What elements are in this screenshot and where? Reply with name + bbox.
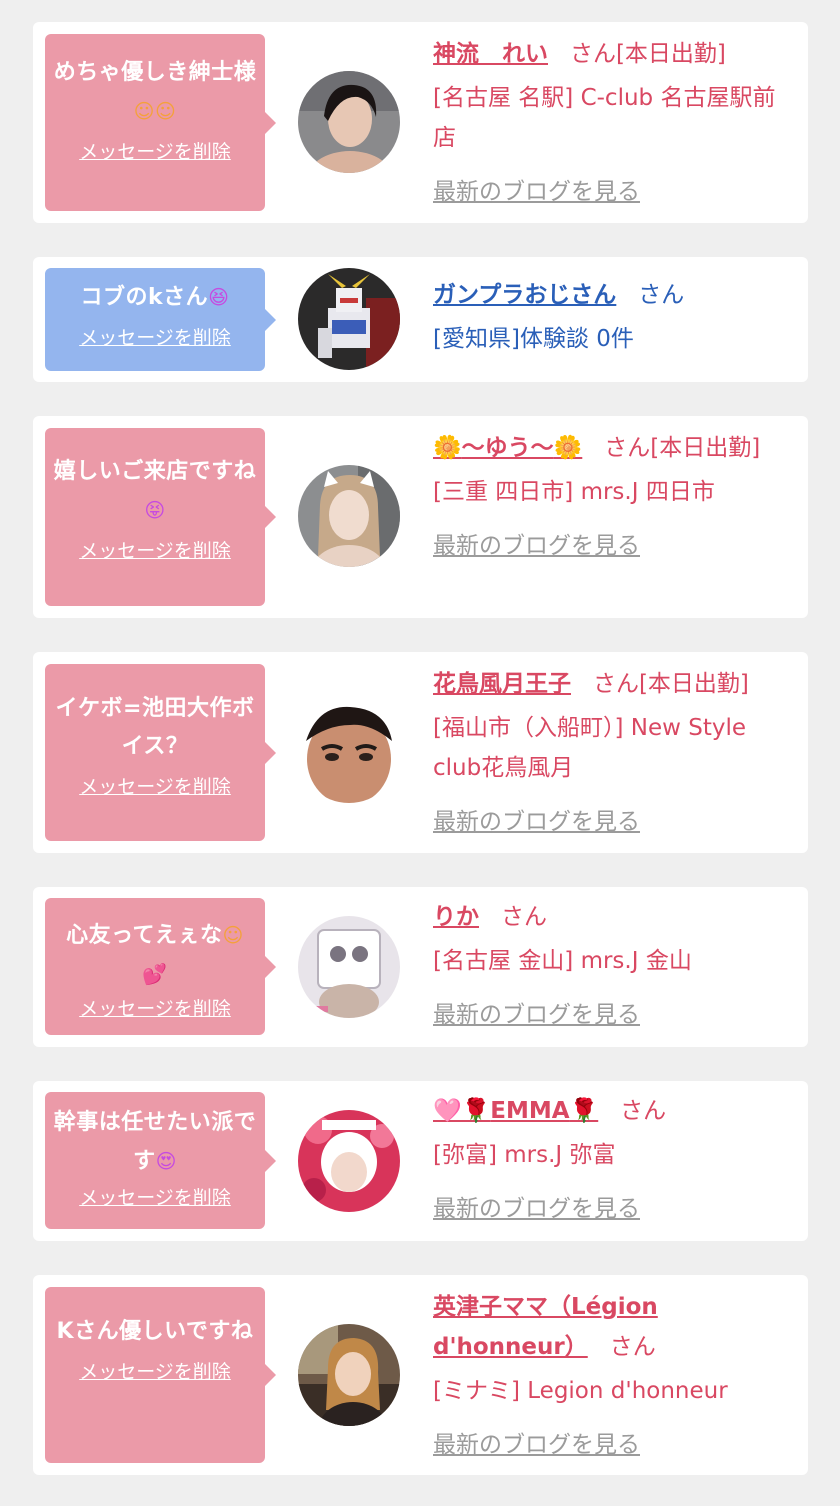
cast-status: さん[本日出勤] bbox=[569, 41, 726, 67]
shop-info: [名古屋 名駅] C-club 名古屋駅前店 bbox=[433, 85, 776, 151]
delete-message-link[interactable]: メッセージを削除 bbox=[79, 1183, 231, 1210]
shop-info: [福山市（入船町）] New Style club花鳥風月 bbox=[433, 715, 747, 781]
message-bubble: 嬉しいご来店ですね😝 メッセージを削除 bbox=[45, 428, 276, 606]
message-card: めちゃ優しき紳士様☺☺ メッセージを削除 神流 れい さん[本日出勤] [名古屋… bbox=[33, 22, 808, 223]
laughing-emoji-icon: 😆 bbox=[208, 285, 230, 309]
cast-info: 🩷🌹EMMA🌹 さん [弥富] mrs.J 弥富 最新のブログを見る bbox=[433, 1091, 795, 1229]
avatar[interactable] bbox=[298, 916, 400, 1018]
message-bubble: 心友ってえぇな☺ 💕 メッセージを削除 bbox=[45, 898, 276, 1035]
shop-info: [弥富] mrs.J 弥富 bbox=[433, 1142, 616, 1168]
latest-blog-link[interactable]: 最新のブログを見る bbox=[433, 172, 640, 212]
message-bubble: イケボ=池田大作ボイス？ メッセージを削除 bbox=[45, 664, 276, 841]
latest-blog-link[interactable]: 最新のブログを見る bbox=[433, 1425, 640, 1465]
cast-name-link[interactable]: 🌼〜ゆう〜🌼 bbox=[433, 435, 582, 461]
cast-info: 英津子ママ（Légion d'honneur） さん [ミナミ] Legion … bbox=[433, 1287, 795, 1465]
cast-name-link[interactable]: 🩷🌹EMMA🌹 bbox=[433, 1098, 598, 1124]
flower-icon: 🌼 bbox=[553, 435, 583, 461]
message-bubble: Kさん優しいですね メッセージを削除 bbox=[45, 1287, 276, 1463]
message-bubble: めちゃ優しき紳士様☺☺ メッセージを削除 bbox=[45, 34, 276, 211]
avatar[interactable] bbox=[298, 1324, 400, 1426]
cast-name-line: 花鳥風月王子 さん[本日出勤] bbox=[433, 664, 795, 704]
shop-info: [ミナミ] Legion d'honneur bbox=[433, 1378, 728, 1404]
avatar[interactable] bbox=[298, 1110, 400, 1212]
message-text: めちゃ優しき紳士様☺☺ bbox=[53, 60, 257, 123]
latest-blog-link[interactable]: 最新のブログを見る bbox=[433, 802, 640, 842]
message-card: 嬉しいご来店ですね😝 メッセージを削除 🌼〜ゆう〜🌼 さん[本日出勤] [三重 … bbox=[33, 416, 808, 618]
cast-name-line: りか さん bbox=[433, 897, 795, 937]
latest-blog-link[interactable]: 最新のブログを見る bbox=[433, 526, 640, 566]
avatar[interactable] bbox=[298, 465, 400, 567]
cast-info: ガンプラおじさん さん [愛知県]体験談 0件 bbox=[433, 275, 795, 359]
shop-info: [愛知県]体験談 0件 bbox=[433, 326, 634, 352]
cast-status: さん bbox=[609, 1334, 656, 1360]
avatar[interactable] bbox=[298, 71, 400, 173]
cast-status: さん[本日出勤] bbox=[592, 671, 749, 697]
rose-icon: 🌹 bbox=[569, 1098, 599, 1124]
avatar[interactable] bbox=[298, 701, 400, 803]
cast-name-line: 英津子ママ（Légion d'honneur） さん bbox=[433, 1287, 795, 1367]
smile-emoji-icon: ☺ bbox=[222, 923, 244, 947]
delete-message-link[interactable]: メッセージを削除 bbox=[79, 994, 231, 1021]
cast-name-link[interactable]: りか bbox=[433, 904, 479, 930]
cast-info: 🌼〜ゆう〜🌼 さん[本日出勤] [三重 四日市] mrs.J 四日市 最新のブロ… bbox=[433, 428, 795, 566]
delete-message-link[interactable]: メッセージを削除 bbox=[79, 137, 231, 164]
cast-name-link[interactable]: 花鳥風月王子 bbox=[433, 671, 571, 697]
cast-name-link[interactable]: ガンプラおじさん bbox=[433, 282, 616, 308]
message-bubble: コブのkさん😆 メッセージを削除 bbox=[45, 268, 276, 371]
delete-message-link[interactable]: メッセージを削除 bbox=[79, 536, 231, 563]
cast-name-line: 🌼〜ゆう〜🌼 さん[本日出勤] bbox=[433, 428, 795, 468]
latest-blog-link[interactable]: 最新のブログを見る bbox=[433, 995, 640, 1035]
cast-name-line: 🩷🌹EMMA🌹 さん bbox=[433, 1091, 795, 1131]
latest-blog-link[interactable]: 最新のブログを見る bbox=[433, 1189, 640, 1229]
cast-status: さん bbox=[638, 282, 685, 308]
cast-status: さん bbox=[500, 904, 547, 930]
hearts-emoji-icon: 💕 bbox=[142, 962, 168, 986]
shop-info: [名古屋 金山] mrs.J 金山 bbox=[433, 948, 692, 974]
message-text: コブのkさん😆 bbox=[80, 285, 230, 310]
message-text: Kさん優しいですね bbox=[56, 1319, 254, 1344]
message-text: 心友ってえぇな☺ 💕 bbox=[66, 923, 244, 986]
shop-info: [三重 四日市] mrs.J 四日市 bbox=[433, 479, 715, 505]
delete-message-link[interactable]: メッセージを削除 bbox=[79, 772, 231, 799]
flower-icon: 🌼 bbox=[433, 435, 462, 461]
message-card: イケボ=池田大作ボイス？ メッセージを削除 花鳥風月王子 さん[本日出勤] [福… bbox=[33, 652, 808, 853]
message-text: 幹事は任せたい派です😍 bbox=[53, 1110, 257, 1174]
delete-message-link[interactable]: メッセージを削除 bbox=[79, 323, 231, 350]
cast-info: りか さん [名古屋 金山] mrs.J 金山 最新のブログを見る bbox=[433, 897, 795, 1035]
message-bubble: 幹事は任せたい派です😍 メッセージを削除 bbox=[45, 1092, 276, 1229]
message-card: コブのkさん😆 メッセージを削除 ガンプラおじさん さん [愛知県]体験談 0件 bbox=[33, 257, 808, 382]
heart-rose-icon: 🩷🌹 bbox=[433, 1098, 491, 1124]
message-text: 嬉しいご来店ですね😝 bbox=[53, 459, 257, 522]
message-card: 心友ってえぇな☺ 💕 メッセージを削除 りか さん [名古屋 金山] mrs.J … bbox=[33, 887, 808, 1047]
message-card: 幹事は任せたい派です😍 メッセージを削除 🩷🌹EMMA🌹 さん [弥富] mrs… bbox=[33, 1081, 808, 1241]
cast-status: さん[本日出勤] bbox=[604, 435, 761, 461]
cast-status: さん bbox=[620, 1098, 667, 1124]
smile-emoji-icon: ☺☺ bbox=[133, 99, 177, 123]
avatar[interactable] bbox=[298, 268, 400, 370]
tongue-emoji-icon: 😝 bbox=[144, 498, 166, 522]
cast-name-line: ガンプラおじさん さん bbox=[433, 275, 795, 315]
message-text: イケボ=池田大作ボイス？ bbox=[55, 696, 255, 759]
heart-eyes-emoji-icon: 😍 bbox=[155, 1149, 177, 1173]
favorite-message-list: めちゃ優しき紳士様☺☺ メッセージを削除 神流 れい さん[本日出勤] [名古屋… bbox=[0, 0, 840, 1506]
cast-name-line: 神流 れい さん[本日出勤] bbox=[433, 34, 795, 74]
delete-message-link[interactable]: メッセージを削除 bbox=[79, 1357, 231, 1384]
cast-info: 花鳥風月王子 さん[本日出勤] [福山市（入船町）] New Style clu… bbox=[433, 664, 795, 842]
message-card: Kさん優しいですね メッセージを削除 英津子ママ（Légion d'honneu… bbox=[33, 1275, 808, 1475]
cast-info: 神流 れい さん[本日出勤] [名古屋 名駅] C-club 名古屋駅前店 最新… bbox=[433, 34, 795, 212]
cast-name-link[interactable]: 神流 れい bbox=[433, 41, 548, 67]
